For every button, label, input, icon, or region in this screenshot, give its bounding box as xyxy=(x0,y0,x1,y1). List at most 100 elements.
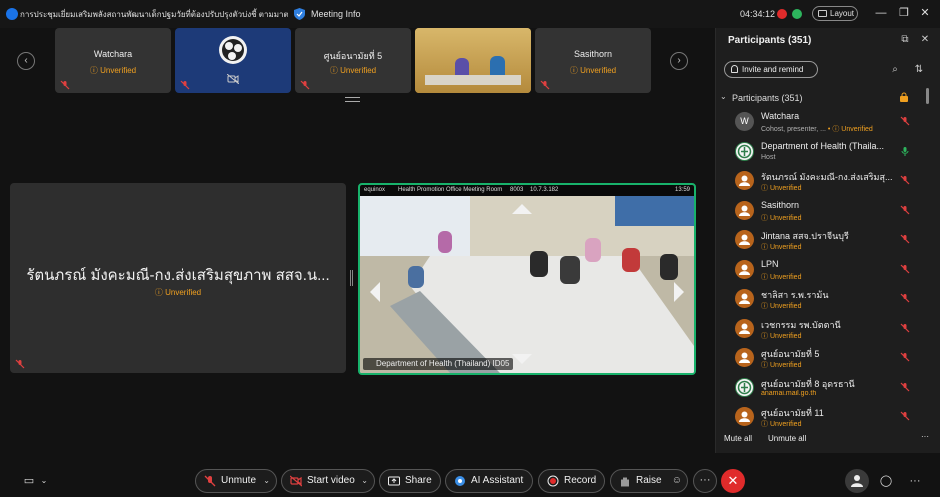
panel-scrollbar[interactable] xyxy=(926,88,929,104)
video-time: 13:59 xyxy=(674,187,690,193)
participant-status: ⓘ Unverified xyxy=(761,419,911,429)
participant-row[interactable]: ชาลิสา ร.พ.ราม้น ⓘ Unverified xyxy=(716,285,924,314)
invite-and-remind-button[interactable]: Invite and remind xyxy=(724,61,818,78)
muted-mic-icon[interactable] xyxy=(900,382,910,392)
muted-mic-icon[interactable] xyxy=(900,116,910,126)
participant-name: ศูนย์อนามัยที่ 11 xyxy=(761,408,824,418)
close-panel-icon[interactable]: ✕ xyxy=(919,34,931,46)
popout-icon[interactable]: ⧉ xyxy=(899,34,911,46)
thumbnail-name: ศูนย์อนามัยที่ 5 xyxy=(323,51,383,61)
participant-row[interactable]: เวชกรรม รพ.บัตตานี ⓘ Unverified xyxy=(716,315,924,344)
participant-row[interactable]: Department of Health (Thaila... Host xyxy=(716,138,924,167)
share-button[interactable]: Share xyxy=(379,469,441,493)
stage-tile-video-room[interactable]: equinox Health Promotion Office Meeting … xyxy=(358,183,696,375)
share-screen-icon xyxy=(388,476,400,486)
video-owner-text: Department of Health (Thailand) ID05 xyxy=(376,359,510,368)
reactions-icon[interactable]: ☺ xyxy=(672,470,682,492)
minimize-icon[interactable]: — xyxy=(874,6,888,20)
mute-all-button[interactable]: Mute all xyxy=(724,434,752,443)
participant-row[interactable]: ศูนย์อนามัยที่ 11 ⓘ Unverified xyxy=(716,403,924,432)
participant-status: ⓘ Unverified xyxy=(761,213,911,223)
unverified-badge: ⓘ Unverified xyxy=(761,185,802,192)
thumbnail-resize-handle[interactable] xyxy=(345,97,360,102)
thumbnail-tile-video-room[interactable] xyxy=(415,28,531,93)
chevron-down-icon[interactable]: ⌄ xyxy=(263,470,270,492)
muted-mic-icon[interactable] xyxy=(900,411,910,421)
more-options-button[interactable]: ··· xyxy=(693,469,717,493)
participant-row[interactable]: ศูนย์อนามัยที่ 5 ⓘ Unverified xyxy=(716,344,924,373)
video-owner-label: Department of Health (Thailand) ID05 xyxy=(363,358,514,370)
unverified-badge: ⓘ Unverified xyxy=(761,332,802,340)
participant-row[interactable]: W Watchara Cohost, presenter, ... • ⓘ Unve… xyxy=(716,108,924,137)
unverified-text: Unverified xyxy=(769,332,802,340)
participant-name: ศูนย์อนามัยที่ 8 อุดรธานี xyxy=(761,378,855,389)
participant-role: Host xyxy=(761,154,911,161)
participant-row[interactable]: LPN ⓘ Unverified xyxy=(716,256,924,285)
ai-assistant-button[interactable]: AI Assistant xyxy=(445,469,533,493)
restore-icon[interactable]: ❐ xyxy=(897,6,911,20)
muted-mic-icon[interactable] xyxy=(900,175,910,185)
thumbnails-prev-button[interactable]: ‹ xyxy=(17,52,35,70)
chat-icon[interactable]: ◯ xyxy=(877,472,895,490)
shield-icon[interactable] xyxy=(294,8,305,20)
avatar: W xyxy=(735,112,754,131)
muted-mic-icon xyxy=(15,359,25,369)
chevron-down-icon[interactable]: ⌄ xyxy=(35,472,53,490)
leave-meeting-button[interactable]: ✕ xyxy=(721,469,745,493)
record-button[interactable]: Record xyxy=(538,469,605,493)
participant-row[interactable]: รัตนภรณ์ มังคะมณี-กง.ส่งเสริมสุ... ⓘ Unve… xyxy=(716,167,924,196)
mic-icon[interactable] xyxy=(900,146,910,156)
participant-row[interactable]: ศูนย์อนามัยที่ 8 อุดรธานี anamai.mail.go.… xyxy=(716,374,924,403)
thumbnail-tile-center5[interactable]: ศูนย์อนามัยที่ 5 ⓘ Unverified xyxy=(295,28,411,93)
health-logo-icon xyxy=(737,144,752,158)
stage-split-handle[interactable] xyxy=(350,270,353,286)
hand-icon xyxy=(621,477,629,487)
unmute-all-button[interactable]: Unmute all xyxy=(768,434,806,443)
participant-row[interactable]: Sasithorn ⓘ Unverified xyxy=(716,197,924,226)
video-brand: equinox xyxy=(364,187,386,193)
connection-status-icon xyxy=(792,9,802,19)
participant-row[interactable]: Jintana สสจ.ปราจีนบุรี ⓘ Unverified xyxy=(716,226,924,255)
person-icon xyxy=(739,175,750,186)
person-icon xyxy=(739,352,750,363)
video-ip: 10.7.3.182 xyxy=(530,187,559,193)
stage-tile-ratanaporn[interactable]: รัตนภรณ์ มังคะมณี-กง.ส่งเสริมสุขภาพ สสจ.… xyxy=(10,183,346,373)
person-icon xyxy=(739,323,750,334)
thumbnail-tile-obs[interactable] xyxy=(175,28,291,93)
person-icon xyxy=(739,411,750,422)
person-icon xyxy=(739,264,750,275)
sort-icon[interactable]: ⇅ xyxy=(913,64,925,76)
participant-status: ⓘ Unverified xyxy=(761,331,911,341)
ai-assistant-icon xyxy=(455,476,465,486)
muted-mic-icon[interactable] xyxy=(900,264,910,274)
raise-hand-button[interactable]: Raise ☺ xyxy=(610,469,688,493)
thumbnail-tile-sasithorn[interactable]: Sasithorn ⓘ Unverified xyxy=(535,28,651,93)
chevron-down-icon[interactable]: ⌄ xyxy=(361,470,368,492)
layout-button[interactable]: Layout xyxy=(812,6,858,21)
person-icon xyxy=(739,234,750,245)
participants-toggle-button[interactable] xyxy=(845,469,869,493)
more-options-icon[interactable]: ··· xyxy=(921,432,929,441)
webex-app-icon xyxy=(6,8,18,20)
muted-mic-icon xyxy=(60,80,70,90)
muted-mic-icon[interactable] xyxy=(900,293,910,303)
muted-mic-icon[interactable] xyxy=(900,352,910,362)
unverified-badge: ⓘ Unverified xyxy=(329,66,377,75)
thumbnail-tile-watchara[interactable]: Watchara ⓘ Unverified xyxy=(55,28,171,93)
more-apps-icon[interactable]: ··· xyxy=(906,472,924,490)
close-icon[interactable]: ✕ xyxy=(918,6,932,20)
muted-mic-icon[interactable] xyxy=(900,205,910,215)
lock-icon[interactable] xyxy=(899,92,909,102)
start-video-button[interactable]: Start video ⌄ xyxy=(281,469,375,493)
muted-mic-icon[interactable] xyxy=(900,234,910,244)
muted-mic-icon[interactable] xyxy=(900,323,910,333)
thumbnails-next-button[interactable]: › xyxy=(670,52,688,70)
meeting-info-link[interactable]: Meeting Info xyxy=(311,9,361,19)
chevron-down-icon[interactable]: ⌄ xyxy=(720,92,727,101)
participants-section-header[interactable]: Participants (351) xyxy=(732,93,803,103)
panel-title: Participants (351) xyxy=(728,35,812,46)
participant-name: LPN xyxy=(761,258,779,269)
search-icon[interactable]: ⌕ xyxy=(889,64,901,76)
avatar xyxy=(735,407,754,426)
unmute-button[interactable]: Unmute ⌄ xyxy=(195,469,277,493)
